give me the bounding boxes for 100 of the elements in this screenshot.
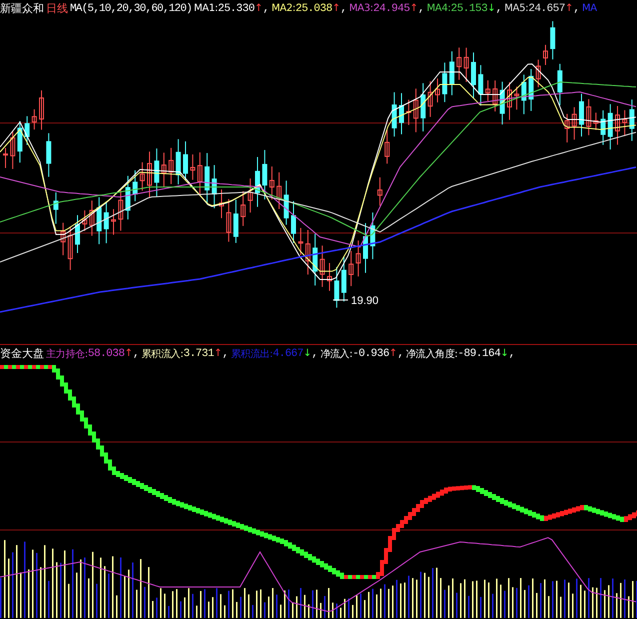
separator-mark: , <box>418 2 425 14</box>
candlestick <box>485 80 490 102</box>
indicator-value: 24.945 <box>373 2 410 14</box>
period-label: 日线 <box>46 1 68 16</box>
candlestick <box>291 200 296 244</box>
candlestick <box>96 196 102 245</box>
indicator-label: 累积流出: <box>230 348 273 360</box>
trend-arrow: ↑ <box>124 348 133 359</box>
candlestick <box>46 132 52 178</box>
indicator-label: 净流入角度: <box>406 348 458 360</box>
candlestick <box>118 188 124 232</box>
separator-mark: , <box>496 2 502 14</box>
candlestick <box>586 98 592 136</box>
candlestick <box>60 222 66 256</box>
candlestick <box>572 106 577 140</box>
candlestick <box>147 151 152 198</box>
candlestick <box>284 180 289 226</box>
candlestick <box>615 105 620 146</box>
candlestick <box>240 190 246 226</box>
candlestick <box>514 86 520 110</box>
candlestick <box>75 214 80 254</box>
separator-mark: , <box>312 348 318 360</box>
candlestick <box>622 110 628 137</box>
trend-arrow: ↑ <box>214 348 222 359</box>
candlestick <box>384 129 390 164</box>
trend-arrow: ↓ <box>487 3 496 14</box>
candlestick <box>356 240 361 277</box>
candlestick <box>320 245 325 288</box>
candlestick <box>406 99 412 126</box>
trend-arrow: ↑ <box>389 348 398 359</box>
separator-mark: , <box>573 2 580 14</box>
separator-mark: , <box>132 348 140 360</box>
separator-mark: , <box>262 2 270 14</box>
indicator-value: -0.936 <box>352 348 390 360</box>
candlestick <box>600 110 606 146</box>
trend-arrow: ↓ <box>303 348 312 359</box>
candlestick <box>219 189 224 219</box>
candlestick <box>413 88 418 133</box>
candlestick <box>262 149 268 200</box>
indicator-value: 58.038 <box>88 348 124 360</box>
indicator-label: MA3: <box>349 3 374 14</box>
candlestick <box>428 80 433 118</box>
trend-arrow: ↓ <box>500 348 509 359</box>
candlestick <box>168 147 174 185</box>
candlestick <box>104 201 109 244</box>
candlestick <box>190 154 196 180</box>
trend-arrow: ↑ <box>332 3 340 14</box>
candlestick <box>140 162 145 192</box>
candlestick <box>312 233 318 286</box>
candlestick <box>435 78 440 103</box>
candlestick <box>111 208 116 236</box>
candlestick <box>536 59 541 88</box>
candlestick <box>593 112 598 130</box>
candlestick <box>197 152 202 195</box>
candlestick <box>82 210 88 232</box>
candlestick <box>53 192 58 224</box>
candlestick <box>154 148 160 198</box>
trend-arrow: ↑ <box>254 3 263 14</box>
indicator-value: 3.731 <box>183 348 214 360</box>
separator-mark: , <box>397 348 404 360</box>
indicator-value: 4.667 <box>272 348 304 360</box>
indicator-label: 净流入: <box>320 348 352 360</box>
separator-mark: , <box>508 348 516 360</box>
ma-parameters: MA(5,10,20,30,60,120) <box>70 2 192 14</box>
candlestick <box>377 176 382 206</box>
candlestick <box>564 113 570 143</box>
candlestick <box>327 262 332 292</box>
candlestick <box>464 47 469 82</box>
indicator-label: 主力持仓: <box>46 348 88 360</box>
candlestick <box>269 166 274 200</box>
separator-mark: , <box>222 348 229 360</box>
trend-arrow: ↑ <box>410 3 418 14</box>
candlestick <box>449 50 454 96</box>
candlestick <box>248 178 253 214</box>
trend-arrow: ↑ <box>564 3 574 14</box>
candlestick <box>10 131 16 170</box>
indicator-label: 累积流入: <box>141 348 184 360</box>
candlestick <box>521 74 526 115</box>
candlestick <box>17 120 22 164</box>
stock-name: 新疆众和 <box>0 1 44 16</box>
indicator-label: MA5: <box>504 3 528 14</box>
candlestick <box>176 138 181 185</box>
candlestick <box>183 140 188 181</box>
candlestick <box>161 152 166 188</box>
indicator-value: 25.330 <box>218 2 254 14</box>
candlestick <box>212 164 217 209</box>
candlestick <box>363 222 368 274</box>
candlestick <box>305 230 310 276</box>
indicator-title: 资金大盘 <box>0 346 44 361</box>
candlestick <box>276 172 282 210</box>
candlestick <box>24 116 30 146</box>
candlestick <box>334 266 340 308</box>
candlestick <box>233 199 238 244</box>
candlestick <box>471 52 476 99</box>
candlestick <box>298 227 304 256</box>
candlestick <box>392 92 397 138</box>
candlestick <box>420 82 426 132</box>
candlestick <box>492 80 498 112</box>
candlestick <box>204 152 210 205</box>
indicator-label: MA2: <box>271 3 296 14</box>
